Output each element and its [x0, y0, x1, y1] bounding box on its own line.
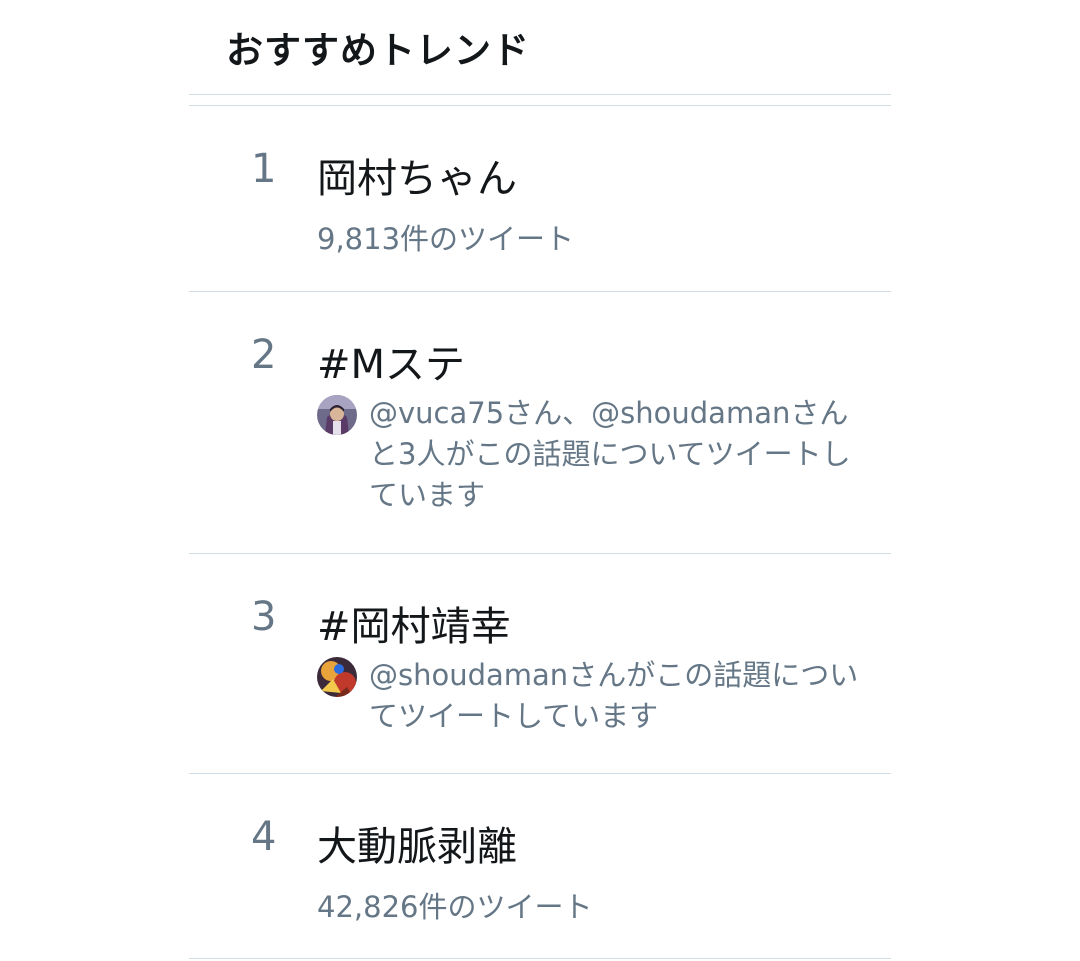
user-avatar-icon[interactable] [317, 395, 357, 435]
trend-rank: 4 [251, 814, 277, 860]
context-text: @vuca75さん、@shoudamanさんと3人がこの話題についてツイートして… [369, 396, 851, 512]
trend-item-4[interactable]: 4 大動脈剥離 42,826件のツイート [189, 774, 891, 959]
tweet-count: 42,826件のツイート [317, 890, 593, 924]
trends-panel: おすすめトレンド 1 岡村ちゃん 9,813件のツイート 2 #Mステ @vuc… [189, 0, 891, 961]
trend-divider [189, 958, 891, 959]
trend-name: 岡村ちゃん [317, 156, 517, 202]
header-divider-top [189, 94, 891, 95]
trend-name: #岡村靖幸 [317, 604, 511, 650]
trend-name: 大動脈剥離 [317, 824, 517, 870]
trend-item-2[interactable]: 2 #Mステ @vuca75さん、@shoudamanさんと3人がこの話題につい… [189, 292, 891, 553]
trend-rank: 3 [251, 594, 277, 640]
trends-title: おすすめトレンド [226, 29, 530, 72]
trend-item-1[interactable]: 1 岡村ちゃん 9,813件のツイート [189, 106, 891, 292]
trend-item-3[interactable]: 3 #岡村靖幸 @shoudamanさんがこの話題についてツイートしています [189, 554, 891, 773]
trend-rank: 1 [251, 146, 277, 192]
tweet-count: 9,813件のツイート [317, 222, 575, 256]
user-avatar-icon[interactable] [317, 657, 357, 697]
context-text: @shoudamanさんがこの話題についてツイートしています [369, 658, 859, 733]
trend-rank: 2 [251, 332, 277, 378]
trend-name: #Mステ [317, 342, 466, 388]
